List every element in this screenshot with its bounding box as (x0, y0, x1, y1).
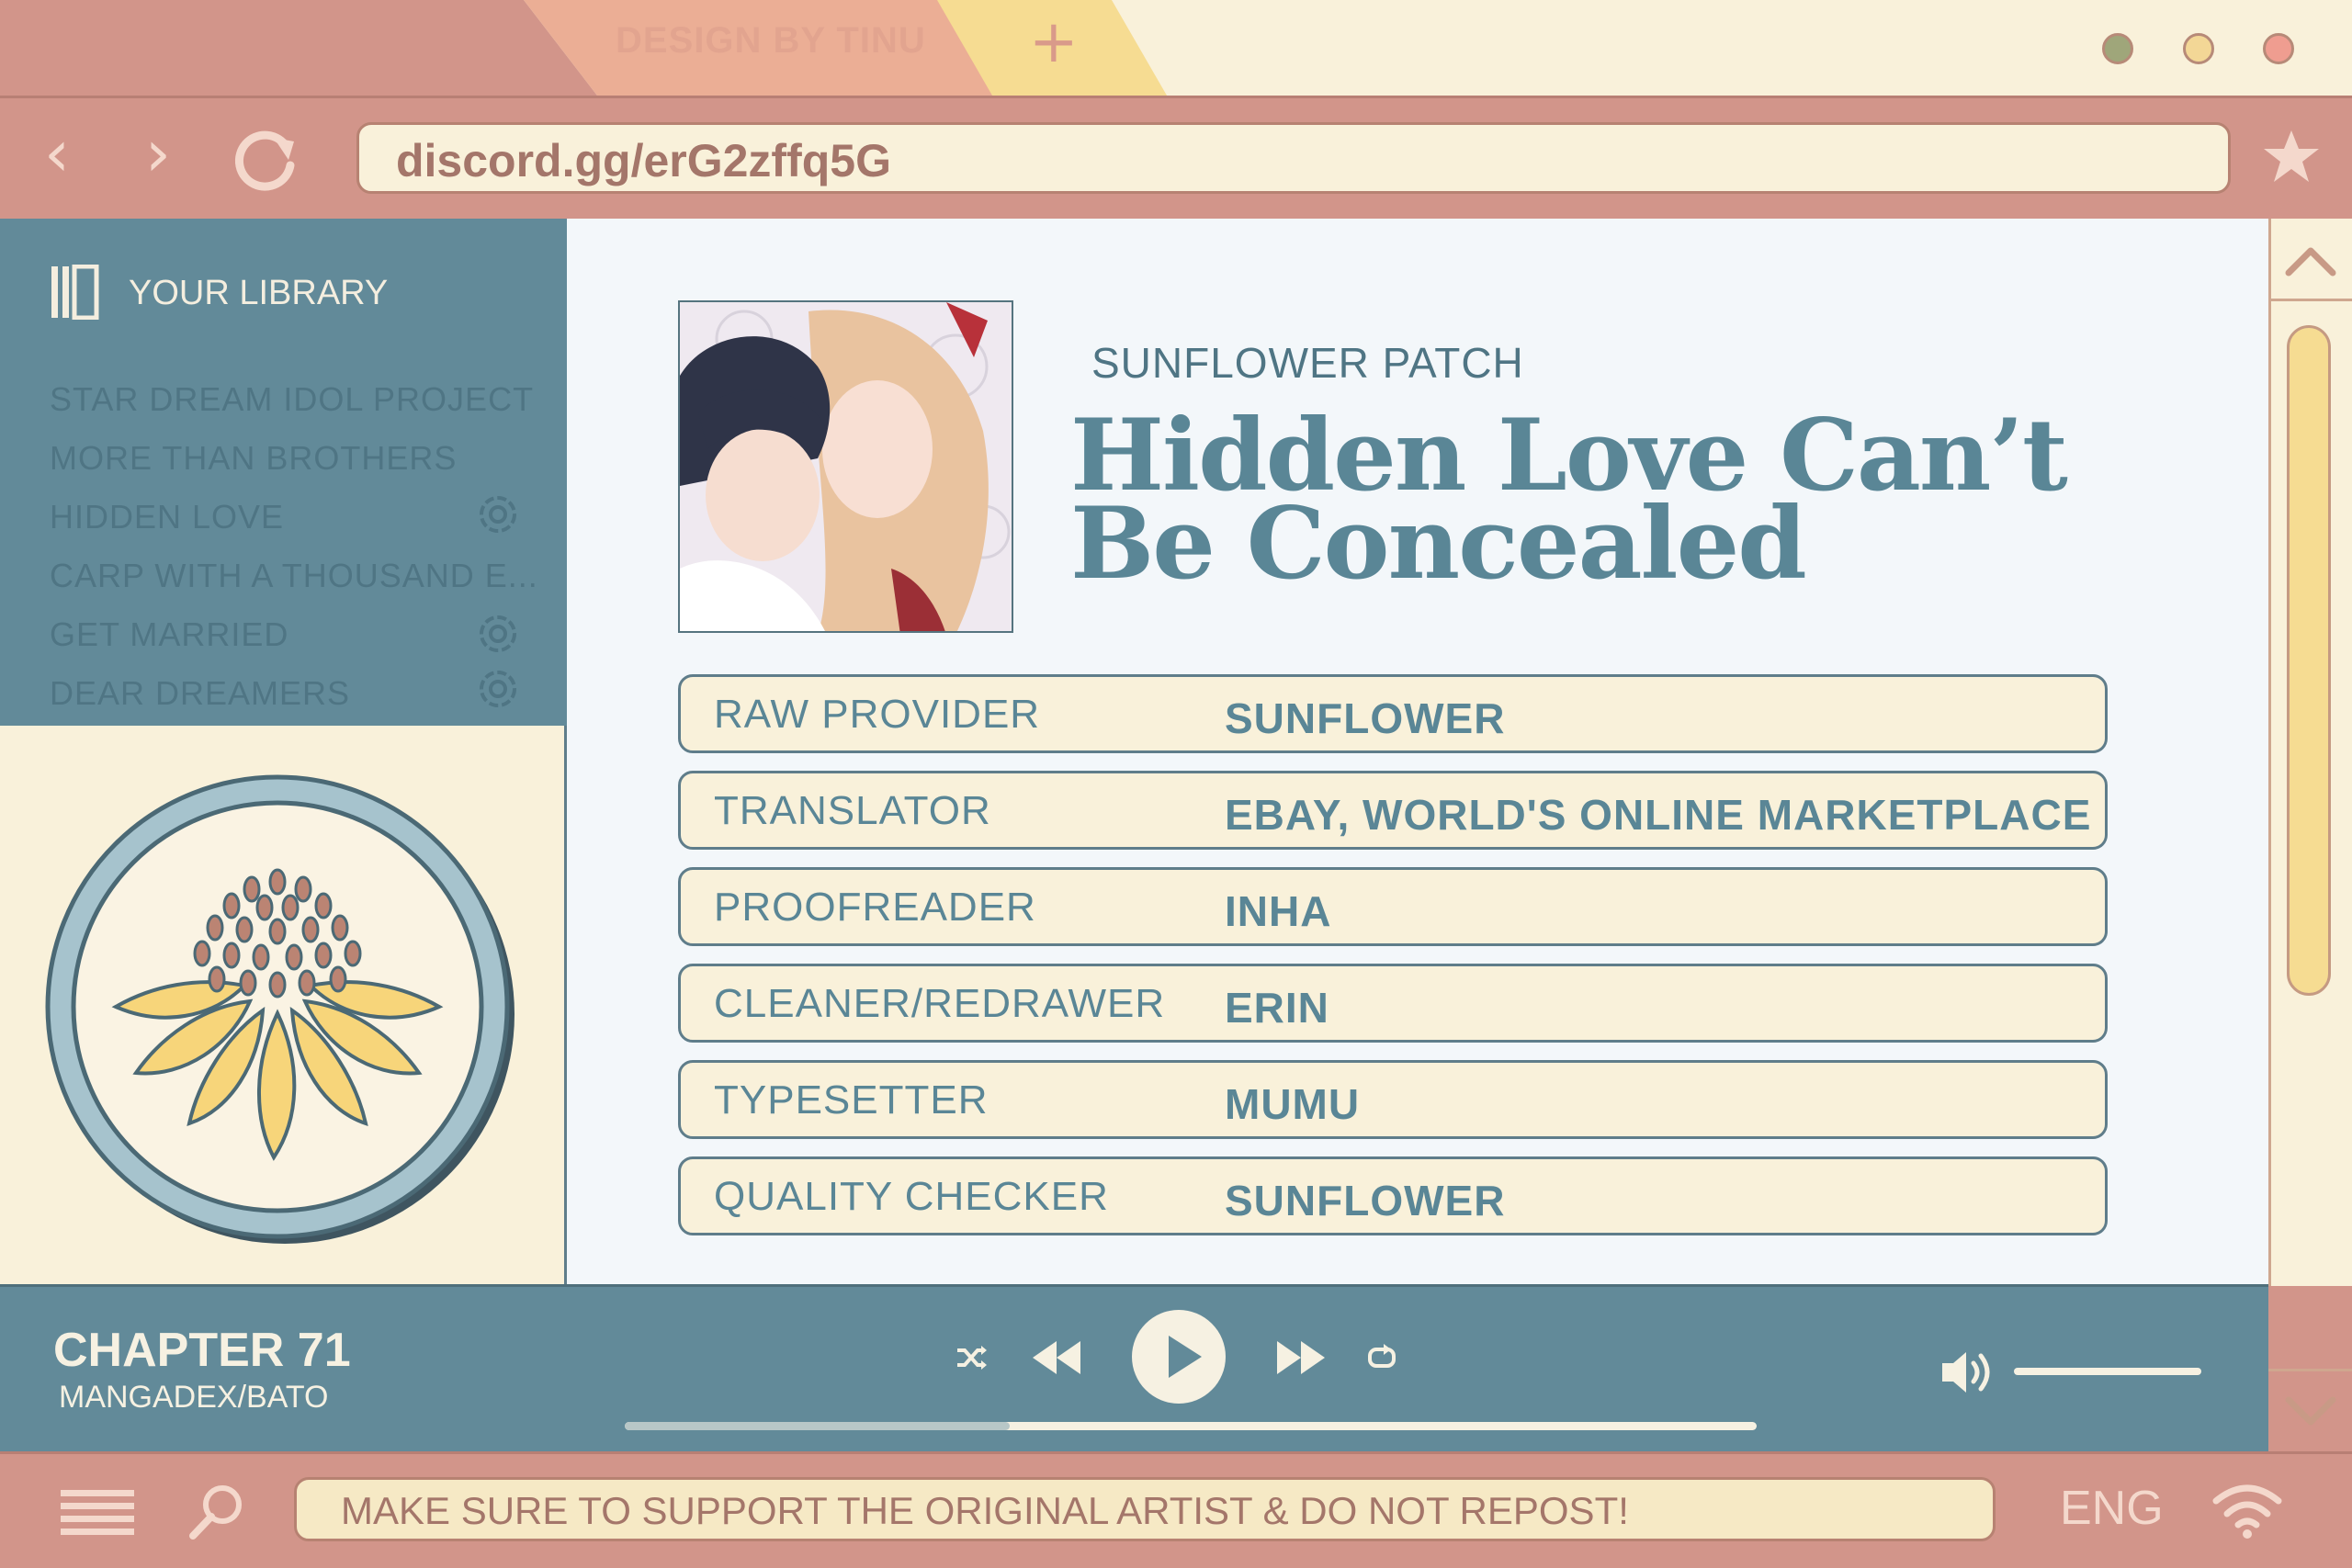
chapter-label: CHAPTER 71 (53, 1324, 351, 1377)
menu-icon[interactable] (61, 1488, 134, 1536)
library-title: YOUR LIBRARY (129, 274, 389, 312)
progress-fill (625, 1422, 1010, 1430)
flower-icon (478, 614, 518, 654)
reload-icon[interactable] (230, 123, 303, 193)
repeat-icon[interactable] (1365, 1341, 1398, 1374)
play-button[interactable] (1132, 1310, 1226, 1404)
minimize-dot[interactable] (2102, 33, 2133, 64)
language-indicator[interactable]: ENG (2060, 1481, 2164, 1536)
scroll-down-icon[interactable] (2268, 1369, 2352, 1451)
credit-role: TRANSLATOR (714, 788, 991, 833)
maximize-dot[interactable] (2183, 33, 2214, 64)
group-name: SUNFLOWER PATCH (1091, 339, 1524, 387)
credit-role: RAW PROVIDER (714, 692, 1041, 737)
tab-label: DESIGN BY TINU (616, 20, 926, 61)
shuffle-icon[interactable] (956, 1341, 989, 1374)
wifi-icon[interactable] (2212, 1481, 2282, 1540)
forward-icon[interactable]: › (145, 121, 171, 186)
credit-row: CLEANER/REDRAWER ERIN (678, 964, 2108, 1043)
cover-image (678, 300, 1013, 633)
rewind-icon[interactable] (1029, 1337, 1084, 1378)
credit-name: SUNFLOWER (1225, 694, 1506, 742)
credit-role: TYPESETTER (714, 1077, 989, 1122)
credit-name: EBAY, WORLD'S ONLINE MARKETPLACE (1225, 791, 2092, 839)
flower-icon (478, 494, 518, 535)
library-item[interactable]: DEAR DREAMERS (50, 674, 350, 713)
volume-icon[interactable] (1939, 1347, 1997, 1398)
series-title: Hidden Love Can’t Be Concealed (1070, 398, 2068, 602)
scroll-up-icon[interactable] (2268, 219, 2352, 301)
plus-icon: + (1029, 8, 1079, 76)
credit-role: PROOFREADER (714, 885, 1036, 930)
tab-active[interactable]: DESIGN BY TINU (524, 0, 1001, 96)
search-icon[interactable] (187, 1483, 246, 1541)
close-dot[interactable] (2263, 33, 2294, 64)
credit-row: PROOFREADER INHA (678, 867, 2108, 946)
fast-forward-icon[interactable] (1273, 1337, 1329, 1378)
credit-row: TRANSLATOR EBAY, WORLD'S ONLINE MARKETPL… (678, 771, 2108, 850)
star-icon[interactable] (2262, 127, 2321, 186)
credit-row: RAW PROVIDER SUNFLOWER (678, 674, 2108, 753)
credit-row: TYPESETTER MUMU (678, 1060, 2108, 1139)
library-item[interactable]: GET MARRIED (50, 615, 288, 654)
credit-role: QUALITY CHECKER (714, 1174, 1109, 1219)
url-bar[interactable]: discord.gg/erG2zffq5G (356, 122, 2231, 194)
credit-name: ERIN (1225, 984, 1329, 1032)
library-item[interactable]: STAR DREAM IDOL PROJECT (50, 380, 534, 419)
volume-slider[interactable] (2014, 1368, 2201, 1375)
back-icon[interactable]: ‹ (44, 121, 70, 186)
credit-name: SUNFLOWER (1225, 1177, 1506, 1224)
sunflower-logo (33, 761, 529, 1257)
flower-icon (478, 669, 518, 709)
library-item[interactable]: MORE THAN BROTHERS (50, 439, 457, 478)
notice-bar: MAKE SURE TO SUPPORT THE ORIGINAL ARTIST… (294, 1477, 1996, 1541)
credit-name: INHA (1225, 887, 1332, 935)
library-item[interactable]: HIDDEN LOVE (50, 498, 284, 536)
url-text: discord.gg/erG2zffq5G (396, 135, 891, 186)
library-item[interactable]: CARP WITH A THOUSAND E... (50, 557, 538, 595)
credit-name: MUMU (1225, 1080, 1361, 1128)
notice-text: MAKE SURE TO SUPPORT THE ORIGINAL ARTIST… (341, 1489, 1629, 1532)
credit-role: CLEANER/REDRAWER (714, 981, 1166, 1026)
source-label: MANGADEX/BATO (59, 1380, 329, 1415)
scroll-thumb[interactable] (2287, 325, 2331, 996)
library-icon (50, 264, 99, 321)
credit-row: QUALITY CHECKER SUNFLOWER (678, 1156, 2108, 1235)
